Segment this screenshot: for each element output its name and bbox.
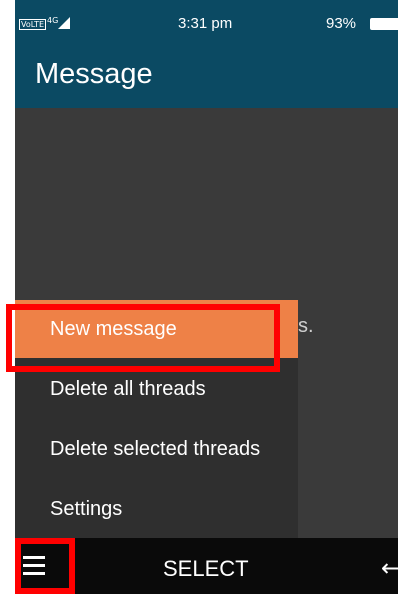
status-bar: VoLTE 4G 3:31 pm 93%: [15, 0, 398, 50]
status-time: 3:31 pm: [178, 15, 233, 32]
signal-icon: [58, 17, 71, 29]
menu-item-settings[interactable]: Settings: [15, 480, 298, 538]
network-type: 4G: [47, 15, 59, 25]
network-indicators: VoLTE 4G: [19, 15, 71, 30]
menu-item-delete-selected-threads[interactable]: Delete selected threads: [15, 420, 298, 478]
volte-badge: VoLTE: [19, 18, 47, 30]
battery-percent: 93%: [326, 15, 357, 32]
app-header: Message: [15, 50, 398, 108]
back-arrow-icon[interactable]: ←: [381, 554, 398, 582]
softkey-bar: SELECT ←: [15, 538, 398, 594]
battery-icon: [370, 18, 398, 30]
empty-state-text: s.: [298, 315, 314, 337]
menu-item-new-message[interactable]: New message: [15, 300, 298, 358]
phone-screen: VoLTE 4G 3:31 pm 93% Message s. New mess…: [15, 0, 398, 594]
menu-icon[interactable]: [23, 554, 45, 578]
select-softkey[interactable]: SELECT: [163, 556, 249, 582]
menu-item-delete-all-threads[interactable]: Delete all threads: [15, 360, 298, 418]
page-title: Message: [35, 58, 153, 90]
